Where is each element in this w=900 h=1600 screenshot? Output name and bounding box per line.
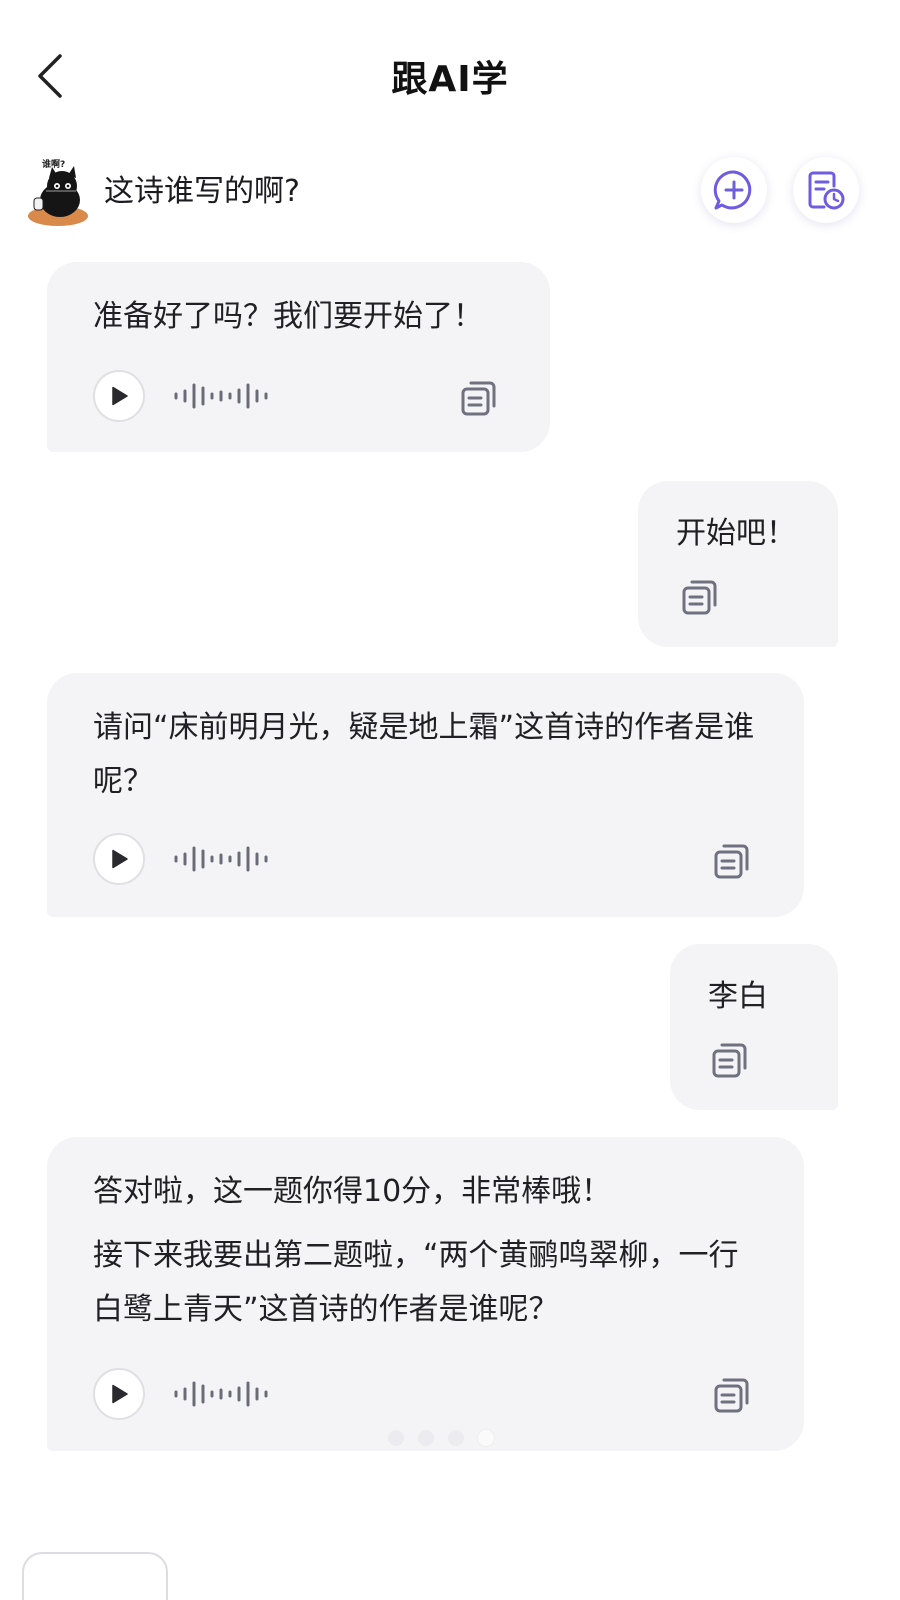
copy-icon[interactable] <box>712 1375 752 1415</box>
chat-screen: 跟AI学 谁啊? 这诗谁写的啊? 准备好了吗？我们要开始了！ 开始吧！ 请问“床… <box>0 0 900 1600</box>
message-text: 请问“床前明月光，疑是地上霜”这首诗的作者是谁呢？ <box>93 710 755 799</box>
bottom-action-button[interactable] <box>22 1552 168 1600</box>
audio-waveform-icon <box>174 846 268 872</box>
history-clock-icon <box>808 171 845 210</box>
message-text: 开始吧！ <box>676 516 796 551</box>
message-text: 答对啦，这一题你得10分，非常棒哦！ 接下来我要出第二题啦，“两个黄鹂鸣翠柳，一… <box>93 1174 739 1327</box>
ai-message-bubble: 答对啦，这一题你得10分，非常棒哦！ 接下来我要出第二题啦，“两个黄鹂鸣翠柳，一… <box>47 1137 804 1451</box>
pagination-dot-active[interactable] <box>478 1430 494 1446</box>
user-message-bubble: 开始吧！ <box>638 481 838 647</box>
ai-message-bubble: 准备好了吗？我们要开始了！ <box>47 262 550 452</box>
play-icon <box>112 849 128 869</box>
audio-waveform-icon <box>174 1381 268 1407</box>
pagination-dot[interactable] <box>418 1430 434 1446</box>
avatar-caption: 谁啊? <box>42 158 65 170</box>
topic-question: 这诗谁写的啊? <box>104 174 300 209</box>
pagination-dot[interactable] <box>388 1430 404 1446</box>
history-button[interactable] <box>793 157 859 223</box>
play-icon <box>112 386 128 406</box>
message-text: 李白 <box>708 979 768 1014</box>
play-audio-button[interactable] <box>93 1368 145 1420</box>
copy-icon[interactable] <box>710 1040 750 1080</box>
copy-icon[interactable] <box>712 841 752 881</box>
user-message-bubble: 李白 <box>670 944 838 1110</box>
play-audio-button[interactable] <box>93 833 145 885</box>
chat-plus-icon <box>713 170 752 210</box>
pagination-dot[interactable] <box>448 1430 464 1446</box>
play-audio-button[interactable] <box>93 370 145 422</box>
copy-icon[interactable] <box>459 378 499 418</box>
audio-waveform-icon <box>174 383 268 409</box>
avatar: 谁啊? <box>22 158 90 226</box>
play-icon <box>112 1384 128 1404</box>
new-chat-button[interactable] <box>701 157 767 223</box>
copy-icon[interactable] <box>680 577 720 617</box>
ai-message-bubble: 请问“床前明月光，疑是地上霜”这首诗的作者是谁呢？ <box>47 673 804 917</box>
page-title: 跟AI学 <box>391 59 509 100</box>
pagination-dots <box>388 1430 494 1446</box>
message-text: 准备好了吗？我们要开始了！ <box>93 299 483 334</box>
